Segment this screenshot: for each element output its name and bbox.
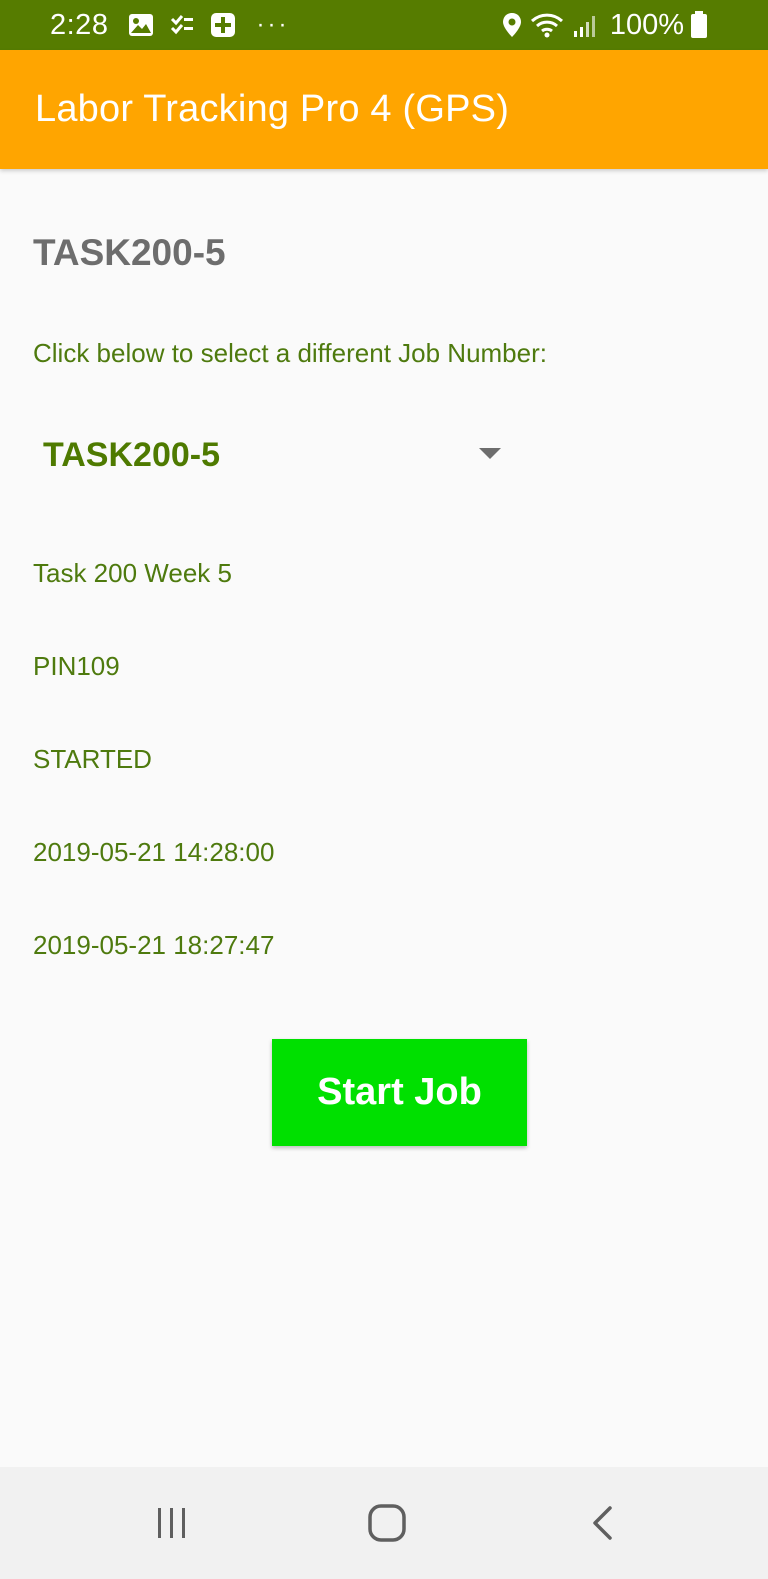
home-icon[interactable] bbox=[327, 1467, 447, 1579]
spinner-selected-value: TASK200-5 bbox=[43, 435, 220, 474]
app-bar: Labor Tracking Pro 4 (GPS) bbox=[0, 50, 768, 169]
job-start-time: 2019-05-21 14:28:00 bbox=[33, 837, 275, 867]
status-right: 100% bbox=[502, 9, 716, 42]
location-icon bbox=[502, 12, 522, 38]
checklist-icon bbox=[170, 13, 194, 37]
battery-icon bbox=[690, 11, 708, 39]
select-job-prompt: Click below to select a different Job Nu… bbox=[33, 338, 547, 368]
status-bar: 2:28 ··· 100% bbox=[0, 0, 768, 50]
image-icon bbox=[128, 13, 154, 37]
job-pin: PIN109 bbox=[33, 651, 120, 681]
status-left: 2:28 ··· bbox=[50, 9, 289, 42]
job-number-spinner[interactable]: TASK200-5 bbox=[33, 415, 513, 495]
app-title: Labor Tracking Pro 4 (GPS) bbox=[35, 88, 510, 130]
battery-percent: 100% bbox=[609, 8, 684, 41]
job-heading: TASK200-5 bbox=[33, 232, 226, 273]
job-status: STARTED bbox=[33, 744, 152, 774]
recent-apps-icon[interactable] bbox=[112, 1467, 232, 1579]
more-notifications-icon: ··· bbox=[256, 11, 290, 38]
signal-icon bbox=[572, 12, 600, 38]
job-description: Task 200 Week 5 bbox=[33, 558, 232, 588]
dropdown-arrow-icon bbox=[479, 448, 501, 459]
wifi-icon bbox=[530, 12, 564, 38]
status-time: 2:28 bbox=[50, 8, 109, 41]
plus-box-icon bbox=[210, 12, 236, 38]
navigation-bar bbox=[0, 1467, 768, 1579]
screen: 2:28 ··· 100% Labor Tracking Pro 4 (GPS)… bbox=[0, 0, 768, 1579]
job-current-time: 2019-05-21 18:27:47 bbox=[33, 930, 275, 960]
back-icon[interactable] bbox=[542, 1467, 662, 1579]
start-job-button[interactable]: Start Job bbox=[272, 1039, 527, 1146]
